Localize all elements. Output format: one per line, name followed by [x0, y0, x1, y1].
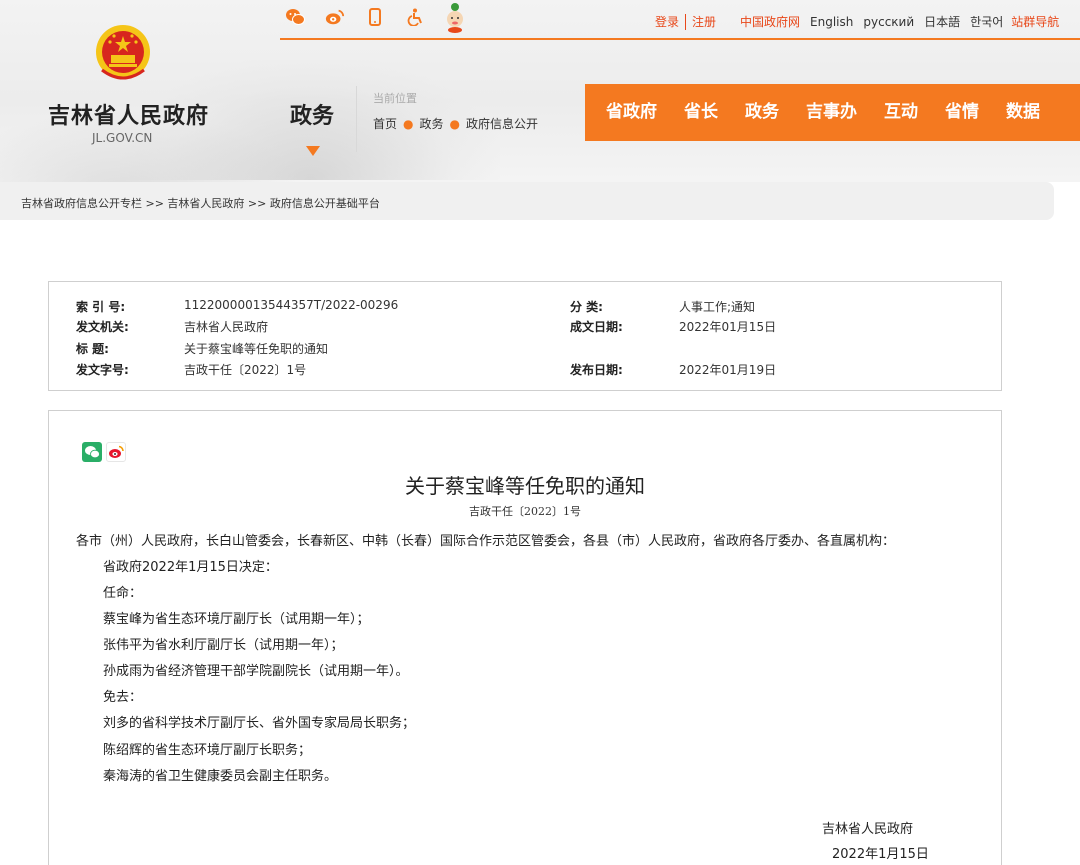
document-title: 关于蔡宝峰等任免职的通知 — [405, 474, 645, 498]
site-url: JL.GOV.CN — [92, 131, 153, 145]
category-value: 人事工作;通知 — [679, 300, 756, 314]
lang-russian-link[interactable]: русский — [863, 15, 914, 29]
nav-item-jishiban[interactable]: 吉事办 — [806, 84, 857, 141]
issuer-value: 吉林省人民政府 — [184, 320, 269, 334]
accessibility-icon[interactable] — [405, 6, 425, 28]
document-paragraph: 秦海涛的省卫生健康委员会副主任职务。 — [103, 769, 338, 784]
bullet-icon: ● — [449, 117, 460, 131]
nav-item-data[interactable]: 数据 — [1006, 84, 1040, 141]
mobile-icon[interactable] — [365, 6, 385, 28]
nav-item-gov-affairs[interactable]: 政务 — [745, 84, 779, 141]
lang-english-link[interactable]: English — [810, 15, 853, 29]
breadcrumb-info-disclosure[interactable]: 政府信息公开 — [466, 117, 538, 131]
national-emblem-icon[interactable] — [94, 22, 152, 84]
document-number: 吉政干任〔2022〕1号 — [469, 505, 581, 518]
path-bar: 吉林省政府信息公开专栏 >> 吉林省人民政府 >> 政府信息公开基础平台 — [0, 182, 1054, 220]
weibo-share-icon[interactable] — [106, 442, 126, 462]
index-label: 索 引 号: — [76, 300, 126, 314]
site-title[interactable]: 吉林省人民政府 — [48, 98, 209, 130]
document-paragraph: 孙成雨为省经济管理干部学院副院长（试用期一年）。 — [103, 664, 409, 679]
china-gov-link[interactable]: 中国政府网 — [740, 13, 800, 30]
created-date-value: 2022年01月15日 — [679, 320, 777, 334]
created-date-label: 成文日期: — [570, 320, 623, 334]
section-arrow-icon — [306, 146, 320, 156]
document-paragraph: 免去： — [103, 690, 143, 705]
lang-japanese-link[interactable]: 日本語 — [924, 13, 960, 30]
bullet-icon: ● — [403, 117, 414, 131]
category-label: 分 类: — [570, 300, 603, 314]
issuer-label: 发文机关: — [76, 320, 129, 334]
section-title: 政务 — [290, 103, 335, 129]
breadcrumb-home[interactable]: 首页 — [373, 117, 397, 131]
lang-korean-link[interactable]: 한국어 — [970, 13, 1003, 30]
nav-item-province-info[interactable]: 省情 — [945, 84, 979, 141]
path-breadcrumb[interactable]: 吉林省政府信息公开专栏 >> 吉林省人民政府 >> 政府信息公开基础平台 — [21, 195, 380, 211]
nav-item-interaction[interactable]: 互动 — [884, 84, 918, 141]
document-paragraph: 张伟平为省水利厅副厅长（试用期一年）； — [103, 638, 344, 653]
index-value: 11220000013544357T/2022-00296 — [184, 298, 399, 312]
breadcrumb: 首页 ● 政务 ● 政府信息公开 — [373, 115, 538, 132]
title-value: 关于蔡宝峰等任免职的通知 — [184, 342, 329, 356]
divider — [685, 13, 687, 30]
divider — [356, 86, 357, 152]
site-nav-link[interactable]: 站群导航 — [1011, 13, 1059, 30]
nav-item-governor[interactable]: 省长 — [684, 84, 718, 141]
document-signature: 吉林省人民政府 — [822, 822, 914, 837]
weibo-icon[interactable] — [325, 6, 345, 28]
breadcrumb-gov-affairs[interactable]: 政务 — [420, 117, 444, 131]
login-link[interactable]: 登录 — [655, 13, 679, 30]
document-sign-date: 2022年1月15日 — [832, 847, 929, 862]
document-paragraph: 省政府2022年1月15日决定： — [103, 560, 278, 575]
document-paragraph: 刘多的省科学技术厅副厅长、省外国专家局局长职务； — [103, 716, 416, 731]
document-addressee: 各市（州）人民政府，长白山管委会，长春新区、中韩（长春）国际合作示范区管委会，各… — [76, 534, 896, 549]
top-links: 登录 注册 中国政府网 English русский 日本語 한국어 站群导航 — [655, 13, 1059, 30]
published-date-label: 发布日期: — [570, 363, 623, 377]
mascot-icon[interactable] — [445, 3, 465, 33]
top-icon-bar — [285, 3, 465, 33]
title-label: 标 题: — [76, 342, 109, 356]
wechat-share-icon[interactable] — [82, 442, 102, 462]
document-paragraph: 陈绍辉的省生态环境厅副厅长职务； — [103, 743, 312, 758]
document-paragraph: 任命： — [103, 586, 143, 601]
published-date-value: 2022年01月19日 — [679, 363, 777, 377]
current-position-label: 当前位置 — [373, 92, 417, 105]
doc-number-value: 吉政干任〔2022〕1号 — [184, 363, 307, 377]
register-link[interactable]: 注册 — [692, 13, 716, 30]
nav-item-provincial-gov[interactable]: 省政府 — [606, 84, 657, 141]
wechat-icon[interactable] — [285, 6, 305, 28]
share-bar — [82, 442, 126, 462]
document-paragraph: 蔡宝峰为省生态环境厅副厅长（试用期一年）； — [103, 612, 370, 627]
main-nav: 省政府 省长 政务 吉事办 互动 省情 数据 — [585, 84, 1080, 141]
doc-number-label: 发文字号: — [76, 363, 129, 377]
